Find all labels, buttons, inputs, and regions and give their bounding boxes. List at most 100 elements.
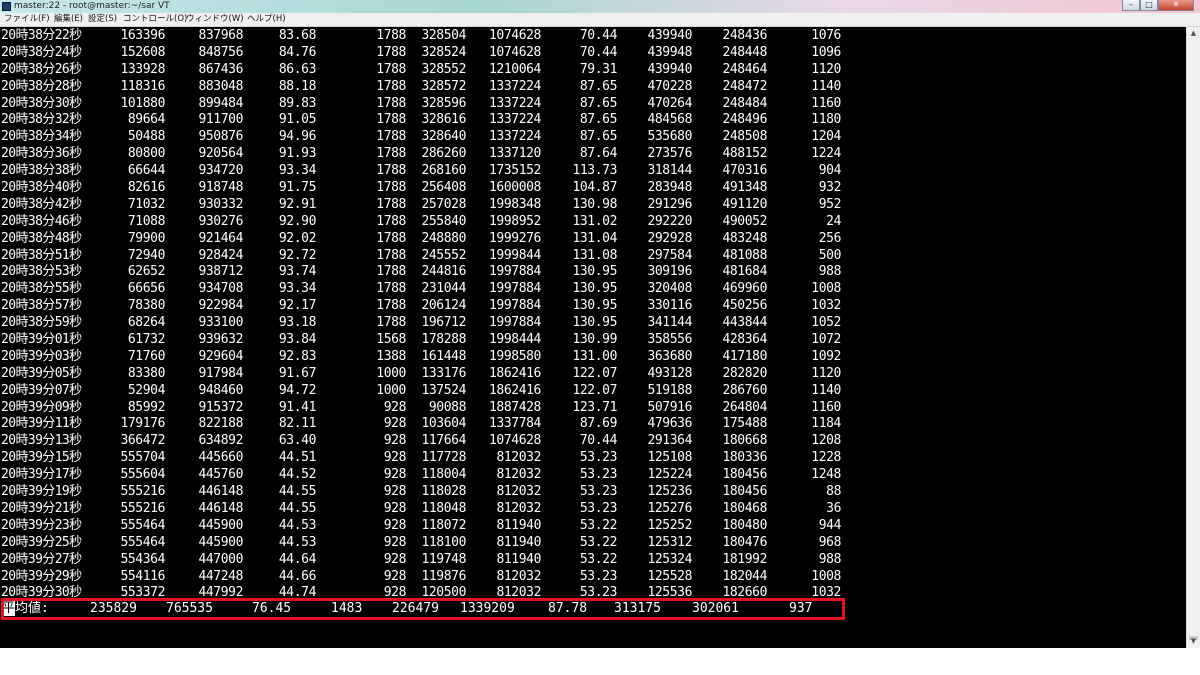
cell-memused: 91.41 (278, 399, 317, 415)
menu-file[interactable]: ファイル(F) (4, 13, 50, 26)
cell-time: 20時38分42秒 (1, 196, 82, 212)
cell-kbactive: 519188 (647, 382, 692, 398)
cell-kbinact: 175488 (722, 416, 767, 432)
cell-memused: 44.53 (278, 517, 317, 533)
menu-help[interactable]: ヘルプ(H) (247, 13, 286, 26)
cell-kbcommit: 1337224 (489, 112, 541, 128)
cell-kbinact: 181992 (722, 551, 767, 567)
cell-commit: 123.71 (572, 399, 617, 415)
cell-commit: 130.95 (572, 281, 617, 297)
cell-kbbuffers: 1788 (376, 230, 406, 246)
cell-kbdirty: 952 (818, 196, 842, 212)
cell-kbcached: 119876 (421, 568, 466, 584)
cell-kbmemused: 950876 (198, 129, 243, 145)
cell-kbmemfree: 62652 (127, 264, 166, 280)
terminal-output[interactable]: 20時38分22秒 163396 837968 83.68 1788 328504 1074… (0, 27, 1186, 648)
menu-edit[interactable]: 編集(E) (54, 13, 83, 26)
cell-kbmemfree: 163396 (120, 28, 165, 43)
table-row: 20時38分30秒 101880 899484 89.83 1788 328596 1337… (0, 96, 1186, 113)
cell-time: 20時39分03秒 (1, 348, 82, 364)
maximize-icon[interactable]: □ (1140, 0, 1158, 11)
cell-kbmemfree: 71088 (127, 213, 166, 229)
cell-kbcommit: 1337784 (489, 416, 541, 432)
cell-kbcached: 196712 (421, 315, 466, 331)
cell-kbcached: 268160 (421, 163, 466, 179)
table-row: 20時39分29秒 554116 447248 44.66 928 119876 81203… (0, 569, 1186, 586)
cell-kbcommit: 1998348 (489, 196, 541, 212)
cell-kbactive: 470228 (647, 78, 692, 94)
cell-kbinact: 248464 (722, 61, 767, 77)
cell-kbdirty: 1076 (811, 28, 841, 43)
menu-settings[interactable]: 設定(S) (88, 13, 117, 26)
cell-kbactive: 507916 (647, 399, 692, 415)
cell-kbmemused: 867436 (198, 61, 243, 77)
scroll-up-arrow-icon[interactable]: ▲ (1187, 27, 1200, 40)
cell-kbcommit: 812032 (496, 450, 541, 466)
cell-memused: 94.72 (278, 382, 317, 398)
cell-kbcached: 328596 (421, 95, 466, 111)
cell-kbcommit: 1997884 (489, 315, 541, 331)
cell-time: 20時39分01秒 (1, 332, 82, 348)
cell-kbmemused: 634892 (198, 433, 243, 449)
cell-memused: 84.76 (278, 44, 317, 60)
cell-kbdirty: 24 (826, 213, 841, 229)
cell-kbcommit: 1735152 (489, 163, 541, 179)
cell-kbcached: 118100 (421, 534, 466, 550)
cell-kbinact: 417180 (722, 348, 767, 364)
table-row: 20時39分01秒 61732 939632 93.84 1568 178288 19984… (0, 332, 1186, 349)
table-row: 20時39分25秒 555464 445900 44.53 928 118100 81194… (0, 535, 1186, 552)
cell-kbmemfree: 80800 (127, 146, 166, 162)
cell-memused: 44.55 (278, 500, 317, 516)
cell-kbdirty: 932 (818, 180, 842, 196)
cell-commit: 104.87 (572, 180, 617, 196)
cell-kbmemused: 445760 (198, 467, 243, 483)
cell-kbdirty: 1072 (811, 332, 841, 348)
cell-kbcached: 118004 (421, 467, 466, 483)
cell-kbmemfree: 366472 (120, 433, 165, 449)
cell-kbactive: 125276 (647, 500, 692, 516)
cell-kbcommit: 1998952 (489, 213, 541, 229)
table-row: 20時39分03秒 71760 929604 92.83 1388 161448 19985… (0, 349, 1186, 366)
vertical-scrollbar[interactable]: ▲ ▼ (1186, 27, 1200, 648)
close-icon[interactable]: ✕ (1158, 0, 1194, 11)
cell-kbdirty: 1140 (811, 78, 841, 94)
cell-commit: 53.23 (579, 467, 618, 483)
cell-commit: 113.73 (572, 163, 617, 179)
cell-kbcached: 286260 (421, 146, 466, 162)
cell-kbmemfree: 52904 (127, 382, 166, 398)
cell-commit: 87.69 (579, 416, 618, 432)
cell-kbmemused: 938712 (198, 264, 243, 280)
cell-memused: 44.55 (278, 484, 317, 500)
cell-time: 20時39分25秒 (1, 534, 82, 550)
cell-kbcached: 328572 (421, 78, 466, 94)
cell-kbcommit: 1074628 (489, 28, 541, 43)
cell-time: 20時38分38秒 (1, 163, 82, 179)
cell-kbmemfree: 133928 (120, 61, 165, 77)
cell-kbbuffers: 1788 (376, 78, 406, 94)
scroll-down-arrow-icon[interactable]: ▼ (1187, 635, 1200, 648)
cell-kbactive: 125324 (647, 551, 692, 567)
cell-kbcommit: 1997884 (489, 298, 541, 314)
cell-memused: 44.53 (278, 534, 317, 550)
cell-kbinact: 248436 (722, 28, 767, 43)
cell-kbactive: 439940 (647, 28, 692, 43)
cell-time: 20時38分26秒 (1, 61, 82, 77)
cell-kbinact: 491348 (722, 180, 767, 196)
menu-control[interactable]: コントロール(O) (123, 13, 187, 26)
cell-kbmemfree: 555704 (120, 450, 165, 466)
average-highlight-box (1, 598, 845, 620)
menu-window[interactable]: ウィンドウ(W) (186, 13, 244, 26)
cell-kbactive: 125312 (647, 534, 692, 550)
cell-kbdirty: 1008 (811, 281, 841, 297)
table-row: 20時38分38秒 66644 934720 93.34 1788 268160 17351… (0, 163, 1186, 180)
cell-kbactive: 535680 (647, 129, 692, 145)
cell-kbcommit: 1337224 (489, 129, 541, 145)
table-row: 20時39分21秒 555216 446148 44.55 928 118048 81203… (0, 501, 1186, 518)
minimize-icon[interactable]: – (1122, 0, 1140, 11)
cell-kbcached: 257028 (421, 196, 466, 212)
cell-kbcached: 119748 (421, 551, 466, 567)
cell-memused: 93.34 (278, 163, 317, 179)
cell-kbmemfree: 83380 (127, 365, 166, 381)
cell-kbmemused: 446148 (198, 484, 243, 500)
cell-kbbuffers: 1788 (376, 180, 406, 196)
